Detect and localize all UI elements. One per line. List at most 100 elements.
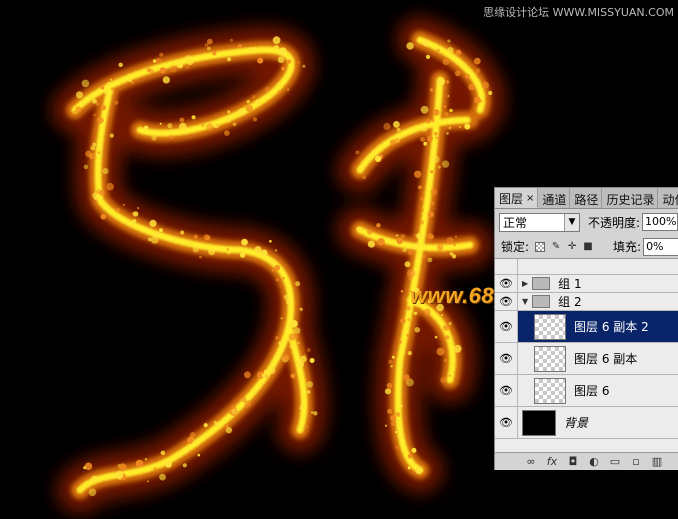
sparkle-dot <box>274 264 281 271</box>
sparkle-dot <box>132 219 137 224</box>
layer-6-copy-2[interactable]: 👁 图层 6 副本 2 <box>495 311 678 343</box>
sparkle-dot <box>446 237 454 245</box>
sparkle-dot <box>403 374 410 381</box>
sparkle-dot <box>288 333 297 341</box>
sparkle-dot <box>167 123 173 129</box>
layer-group-2[interactable]: 👁 ▼ 组 2 <box>495 293 678 311</box>
sparkle-dot <box>83 466 87 470</box>
sparkle-dot <box>146 480 149 483</box>
layer-row-partial[interactable] <box>495 259 678 275</box>
sparkle-dot <box>186 65 190 69</box>
lock-transparency-icon[interactable] <box>535 241 546 252</box>
collapse-triangle-icon[interactable]: ▼ <box>522 297 528 306</box>
sparkle-dot <box>448 322 452 326</box>
sparkle-dot <box>302 64 306 68</box>
sparkle-dot <box>100 104 107 111</box>
sparkle-dot <box>442 58 450 65</box>
layer-group-1[interactable]: 👁 ▶ 组 1 <box>495 275 678 293</box>
sparkle-dot <box>264 369 268 374</box>
sparkle-dot <box>446 132 449 135</box>
lock-move-icon[interactable]: ✛ <box>567 241 577 252</box>
sparkle-dot <box>400 290 404 293</box>
layer-6[interactable]: 👁 图层 6 <box>495 375 678 407</box>
sparkle-dot <box>257 57 264 64</box>
adjustment-layer-icon[interactable]: ◐ <box>588 455 600 468</box>
link-layers-icon[interactable]: ∞ <box>525 455 537 468</box>
sparkle-dot <box>244 371 251 379</box>
eye-icon[interactable]: 👁 <box>495 375 518 406</box>
new-layer-icon[interactable]: ▫ <box>630 455 642 468</box>
sparkle-dot <box>419 219 425 225</box>
tab-channels[interactable]: 通道 <box>538 188 571 208</box>
sparkle-dot <box>197 453 201 457</box>
tab-history-label: 历史记录 <box>606 192 655 207</box>
sparkle-dot <box>417 257 420 259</box>
sparkle-dot <box>427 233 434 240</box>
sparkle-dot <box>147 237 152 242</box>
sparkle-dot <box>429 88 434 92</box>
sparkle-dot <box>226 248 230 251</box>
layers-panel: 图层 × 通道 路径 历史记录 动作 正常 ▼ 不透明度: 100% 锁定: ✎… <box>494 187 678 470</box>
sparkle-dot <box>205 235 211 241</box>
add-mask-icon[interactable]: ◘ <box>567 455 579 468</box>
blend-mode-select[interactable]: 正常 ▼ <box>499 212 580 232</box>
new-group-icon[interactable]: ▭ <box>609 455 621 468</box>
fill-input[interactable]: 0% <box>643 237 678 256</box>
sparkle-dot <box>75 91 84 99</box>
sparkle-dot <box>407 466 411 470</box>
sparkle-dot <box>307 390 311 394</box>
sparkle-dot <box>414 327 421 333</box>
eye-icon[interactable] <box>495 259 518 274</box>
sparkle-dot <box>455 235 457 238</box>
eye-icon[interactable]: 👁 <box>495 275 518 292</box>
sparkle-dot <box>420 124 428 132</box>
sparkle-dot <box>394 431 398 434</box>
sparkle-dot <box>182 463 187 468</box>
sparkle-dot <box>94 197 98 200</box>
sparkle-dot <box>225 117 232 123</box>
chevron-down-icon[interactable]: ▼ <box>564 213 579 231</box>
eye-icon[interactable]: 👁 <box>495 343 518 374</box>
sparkle-dot <box>227 57 232 62</box>
sparkle-dot <box>275 336 279 340</box>
sparkle-dot <box>110 87 115 91</box>
lock-brush-icon[interactable]: ✎ <box>551 241 561 252</box>
tab-history[interactable]: 历史记录 <box>602 188 659 208</box>
sparkle-dot <box>264 86 270 92</box>
eye-icon[interactable]: 👁 <box>495 293 518 310</box>
lock-all-icon[interactable]: ■ <box>583 241 593 252</box>
sparkle-dot <box>75 106 82 113</box>
layer-background[interactable]: 👁 背景 <box>495 407 678 439</box>
sparkle-dot <box>260 249 268 257</box>
sparkle-dot <box>206 46 211 51</box>
sparkle-dot <box>159 52 164 57</box>
opacity-input[interactable]: 100% <box>642 213 678 231</box>
tab-layers[interactable]: 图层 × <box>495 188 539 208</box>
lock-label: 锁定: <box>501 240 530 254</box>
sparkle-dot <box>248 47 253 52</box>
sparkle-dot <box>159 67 167 74</box>
tab-actions[interactable]: 动作 <box>658 188 678 208</box>
close-icon[interactable]: × <box>526 193 534 204</box>
eye-icon[interactable]: 👁 <box>495 407 518 438</box>
sparkle-dot <box>391 421 397 426</box>
delete-layer-icon[interactable]: ▥ <box>651 455 663 468</box>
sparkle-dot <box>229 38 233 42</box>
sparkle-dot <box>91 475 99 483</box>
tab-paths-label: 路径 <box>574 192 599 207</box>
sparkle-dot <box>199 255 202 259</box>
sparkle-dot <box>290 373 296 379</box>
sparkle-dot <box>90 145 96 151</box>
sparkle-dot <box>468 83 475 91</box>
layer-6-copy[interactable]: 👁 图层 6 副本 <box>495 343 678 375</box>
sparkle-dot <box>436 244 444 252</box>
sparkle-dot <box>404 261 411 268</box>
eye-icon[interactable]: 👁 <box>495 311 518 342</box>
sparkle-dot <box>114 100 119 105</box>
sparkle-dot <box>102 168 109 175</box>
sparkle-dot <box>96 189 102 195</box>
sparkle-dot <box>413 312 416 315</box>
expand-triangle-icon[interactable]: ▶ <box>522 279 528 288</box>
layer-style-icon[interactable]: fx <box>546 455 558 468</box>
tab-paths[interactable]: 路径 <box>570 188 603 208</box>
